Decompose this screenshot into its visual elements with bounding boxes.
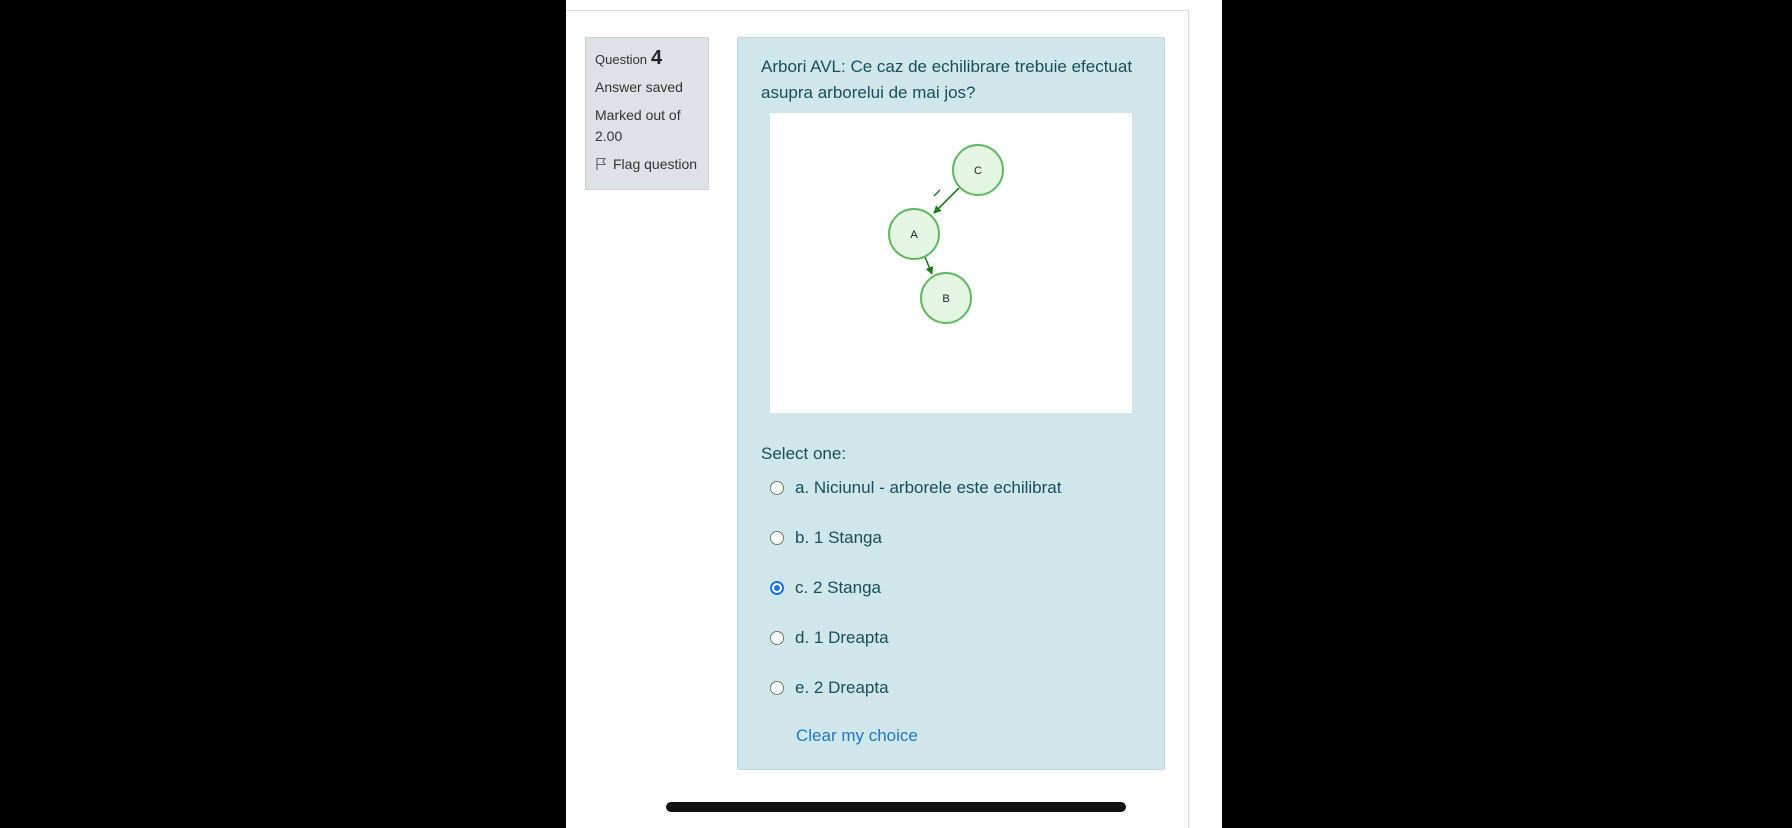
tree-image: C A B [770, 113, 1132, 413]
question-number-row: Question 4 [595, 47, 699, 70]
page-right-border [1188, 10, 1189, 828]
radio-d[interactable] [770, 630, 784, 645]
tree-node-c-label: C [974, 165, 982, 177]
select-one-label: Select one: [761, 444, 847, 463]
question-state: Answer saved [595, 79, 683, 95]
answer-a-label[interactable]: a. Niciunul - arborele este echilibrat [795, 478, 1061, 498]
radio-c[interactable] [770, 580, 784, 595]
answer-options: a. Niciunul - arborele este echilibrat b… [770, 475, 1061, 725]
radio-b[interactable] [770, 530, 784, 545]
tree-node-a-label: A [910, 229, 918, 241]
question-grade: Marked out of 2.00 [595, 107, 681, 144]
answer-option-c[interactable]: c. 2 Stanga [770, 575, 1061, 600]
answer-e-label[interactable]: e. 2 Dreapta [795, 678, 889, 698]
home-indicator[interactable] [666, 802, 1126, 812]
answer-option-a[interactable]: a. Niciunul - arborele este echilibrat [770, 475, 1061, 500]
question-text: Arbori AVL: Ce caz de echilibrare trebui… [761, 57, 1133, 102]
question-number: 4 [651, 47, 663, 69]
radio-e[interactable] [770, 680, 784, 695]
clear-my-choice-link[interactable]: Clear my choice [796, 726, 918, 746]
tree-node-a: A [888, 208, 940, 260]
avl-tree-diagram: C A B [888, 144, 1004, 324]
edge-c-a [933, 189, 941, 197]
tree-node-b: B [920, 272, 972, 324]
answer-c-label[interactable]: c. 2 Stanga [795, 578, 881, 598]
question-content: Arbori AVL: Ce caz de echilibrare trebui… [737, 37, 1165, 770]
answer-option-e[interactable]: e. 2 Dreapta [770, 675, 1061, 700]
flag-question-label: Flag question [613, 156, 698, 172]
page-top-border [566, 10, 1189, 11]
question-info-box: Question 4 Answer saved Marked out of 2.… [585, 37, 709, 190]
answer-b-label[interactable]: b. 1 Stanga [795, 528, 882, 548]
answer-option-b[interactable]: b. 1 Stanga [770, 525, 1061, 550]
tree-node-c: C [952, 144, 1004, 196]
answer-d-label[interactable]: d. 1 Dreapta [795, 628, 889, 648]
answer-option-d[interactable]: d. 1 Dreapta [770, 625, 1061, 650]
flag-icon [595, 157, 607, 171]
flag-question-button[interactable]: Flag question [595, 156, 699, 172]
edge-a-b-line [924, 256, 934, 275]
tree-node-b-label: B [942, 293, 949, 305]
question-label: Question [595, 52, 648, 67]
radio-a[interactable] [770, 480, 784, 495]
